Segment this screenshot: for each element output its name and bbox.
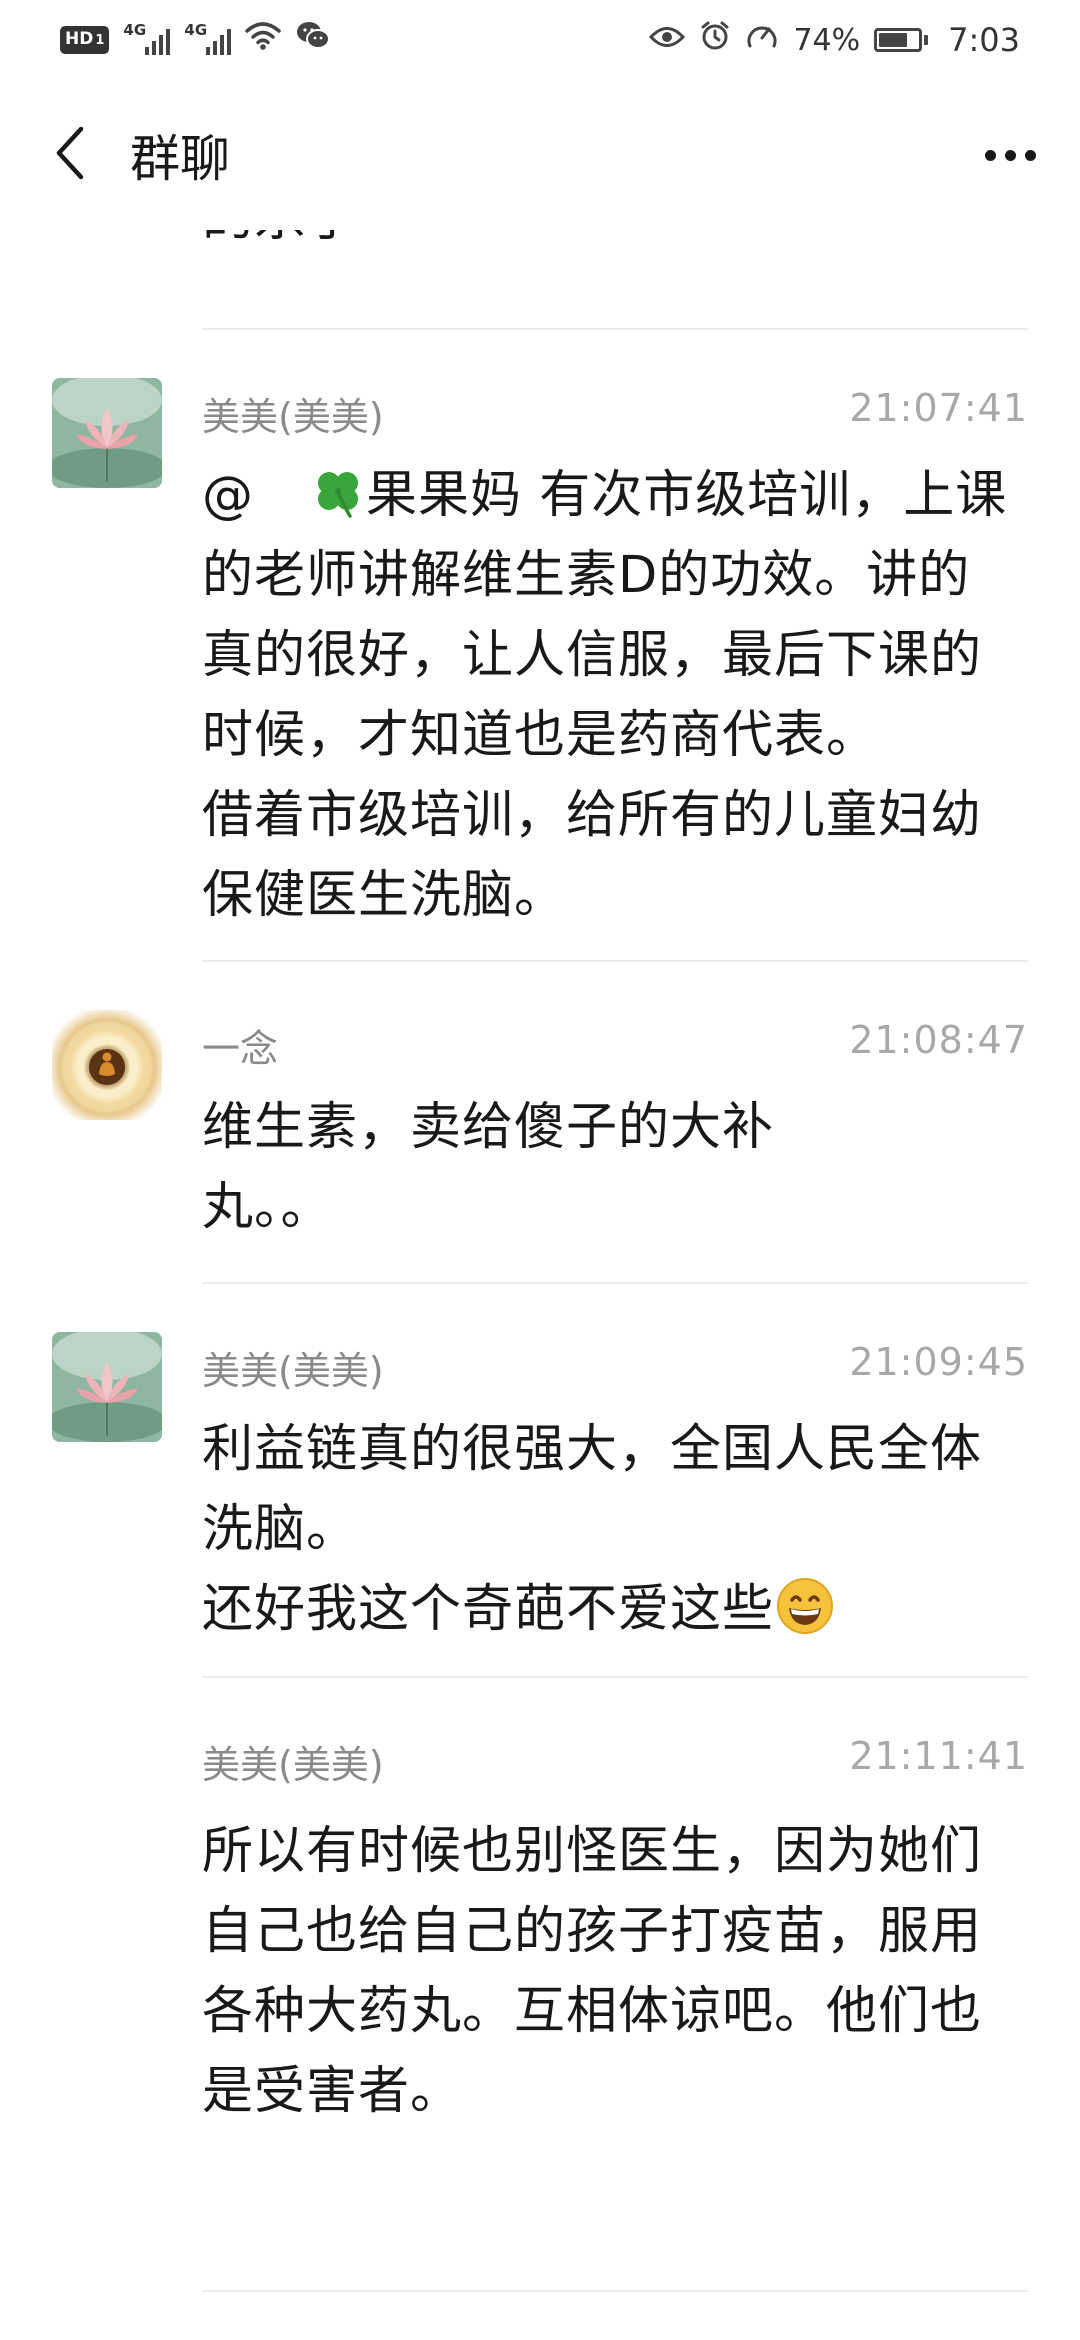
chat-message-list[interactable]: 的杀手 美美(美美) 21:07:41 @🍀果果妈 有次市级培训，上课的老师讲解… xyxy=(0,230,1080,2340)
clover-icon xyxy=(318,472,358,518)
eye-icon xyxy=(649,23,686,58)
lotus-avatar[interactable] xyxy=(52,1332,162,1442)
wifi-icon xyxy=(245,21,282,59)
status-bar: HD 1 4G 4G 74% 7:03 xyxy=(0,0,1080,80)
chevron-left-icon xyxy=(53,125,87,185)
message-divider xyxy=(202,1282,1028,1284)
status-left: HD 1 4G 4G xyxy=(60,20,331,60)
alarm-icon xyxy=(699,20,731,60)
message-text[interactable]: @🍀果果妈 有次市级培训，上课的老师讲解维生素D的功效。讲的真的很好，让人信服，… xyxy=(202,456,1022,936)
message-time: 21:08:47 xyxy=(849,1018,1028,1062)
back-button[interactable] xyxy=(40,115,100,195)
status-right: 74% 7:03 xyxy=(649,20,1020,60)
meditation-avatar[interactable] xyxy=(52,1010,162,1120)
hd-badge: HD 1 xyxy=(60,26,110,54)
title-bar: 群聊 xyxy=(0,80,1080,230)
message-time: 21:09:45 xyxy=(849,1340,1028,1384)
page-title: 群聊 xyxy=(130,130,230,188)
message-text[interactable]: 维生素，卖给傻子的大补 丸。。 xyxy=(202,1088,902,1248)
message-divider xyxy=(202,960,1028,962)
message-item[interactable]: 美美(美美) 21:09:45 利益链真的很强大，全国人民全体洗脑。 还好我这个… xyxy=(0,1332,1080,1639)
message-text[interactable]: 所以有时候也别怪医生，因为她们自己也给自己的孩子打疫苗，服用各种大药丸。互相体谅… xyxy=(202,1812,1022,2132)
message-item[interactable]: 一念 21:08:47 维生素，卖给傻子的大补 丸。。 xyxy=(0,1010,1080,1237)
signal-icon: 4G xyxy=(123,21,171,55)
sender-name[interactable]: 一念 xyxy=(202,1018,278,1073)
sender-name[interactable]: 美美(美美) xyxy=(202,386,384,441)
message-divider xyxy=(202,328,1028,330)
battery-icon xyxy=(874,28,929,52)
four-leaf-clover-emoji: 🍀 xyxy=(254,480,310,536)
sender-name[interactable]: 美美(美美) xyxy=(202,1734,384,1789)
message-divider xyxy=(202,2290,1028,2292)
wechat-icon xyxy=(295,20,331,60)
sender-name[interactable]: 美美(美美) xyxy=(202,1340,384,1395)
message-item[interactable]: 美美(美美) 21:11:41 所以有时候也别怪医生，因为她们自己也给自己的孩子… xyxy=(0,1726,1080,2121)
clipped-message-text: 的杀手 xyxy=(202,230,358,258)
clock-time: 7:03 xyxy=(948,21,1020,59)
message-time: 21:07:41 xyxy=(849,386,1028,430)
battery-percent: 74% xyxy=(793,22,861,58)
lotus-avatar[interactable] xyxy=(52,378,162,488)
message-text[interactable]: 利益链真的很强大，全国人民全体洗脑。 还好我这个奇葩不爱这些😄 xyxy=(202,1410,1022,1666)
more-button[interactable] xyxy=(970,115,1050,195)
message-item[interactable]: 美美(美美) 21:07:41 @🍀果果妈 有次市级培训，上课的老师讲解维生素D… xyxy=(0,378,1080,925)
signal-icon-2: 4G xyxy=(184,21,232,55)
grinning-face-icon xyxy=(777,1578,834,1634)
charging-icon xyxy=(745,20,779,60)
message-divider xyxy=(202,1676,1028,1678)
more-dots-icon xyxy=(984,149,1036,161)
message-time: 21:11:41 xyxy=(849,1734,1028,1778)
